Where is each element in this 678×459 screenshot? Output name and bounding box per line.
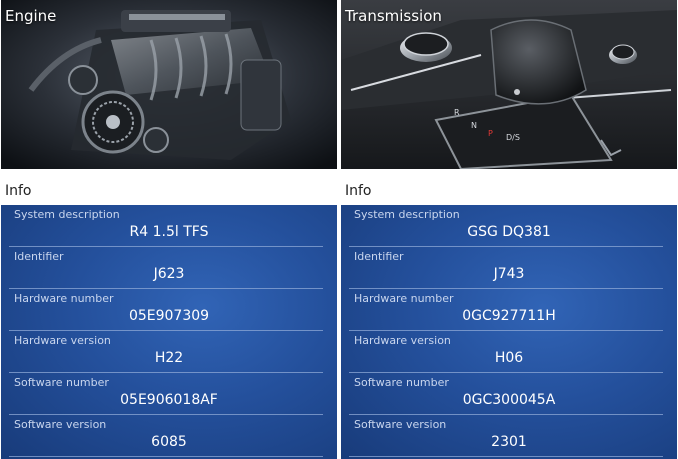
engine-row-software-version: Software version 6085 [1,415,337,457]
transmission-title: Transmission [345,7,442,25]
row-label: Hardware version [354,334,451,347]
row-value: J623 [153,266,185,282]
gear-selector-illustration: R N P D/S [341,0,677,169]
engine-title: Engine [5,7,57,25]
row-value: 6085 [151,434,187,450]
row-label: Hardware number [14,292,114,305]
row-label: System description [354,208,460,221]
row-label: Hardware version [14,334,111,347]
row-label: Hardware number [354,292,454,305]
row-value: GSG DQ381 [467,224,551,240]
row-label: Identifier [354,250,404,263]
engine-row-hardware-number: Hardware number 05E907309 [1,289,337,331]
row-value: H22 [154,350,184,366]
svg-text:D/S: D/S [506,133,520,142]
row-value: 05E907309 [128,308,210,324]
transmission-info-header: Info [341,178,677,206]
row-divider [9,456,323,457]
row-value: H06 [494,350,524,366]
engine-info-title: Info [5,183,32,199]
row-value: 0GC300045A [462,392,556,408]
transmission-row-software-number: Software number 0GC300045A [341,373,677,415]
row-label: Identifier [14,250,64,263]
transmission-row-identifier: Identifier J743 [341,247,677,289]
transmission-panel: R N P D/S Transmission Info System descr… [341,0,677,459]
svg-text:R: R [454,108,460,117]
transmission-row-hardware-version: Hardware version H06 [341,331,677,373]
transmission-info-list: System description GSG DQ381 Identifier … [341,205,677,459]
engine-row-identifier: Identifier J623 [1,247,337,289]
row-label: Software number [14,376,109,389]
transmission-image[interactable]: R N P D/S Transmission [341,0,677,169]
row-value: R4 1.5l TFS [129,224,209,240]
engine-panel: Engine Info System description R4 1.5l T… [1,0,337,459]
row-value: 0GC927711H [462,308,556,324]
row-label: Software version [14,418,107,431]
transmission-row-hardware-number: Hardware number 0GC927711H [341,289,677,331]
engine-row-software-number: Software number 05E906018AF [1,373,337,415]
transmission-row-software-version: Software version 2301 [341,415,677,457]
engine-image[interactable]: Engine [1,0,337,169]
engine-illustration [1,0,337,169]
engine-info-list: System description R4 1.5l TFS Identifie… [1,205,337,459]
svg-text:P: P [488,129,493,138]
app-root: Engine Info System description R4 1.5l T… [0,0,678,459]
engine-row-system-description: System description R4 1.5l TFS [1,205,337,247]
row-label: Software number [354,376,449,389]
transmission-info-title: Info [345,183,372,199]
engine-row-hardware-version: Hardware version H22 [1,331,337,373]
row-label: Software version [354,418,447,431]
row-value: 2301 [491,434,527,450]
transmission-row-system-description: System description GSG DQ381 [341,205,677,247]
svg-text:N: N [471,121,477,130]
row-value: 05E906018AF [120,392,218,408]
engine-info-header: Info [1,178,337,206]
row-label: System description [14,208,120,221]
row-divider [349,456,663,457]
row-value: J743 [493,266,525,282]
